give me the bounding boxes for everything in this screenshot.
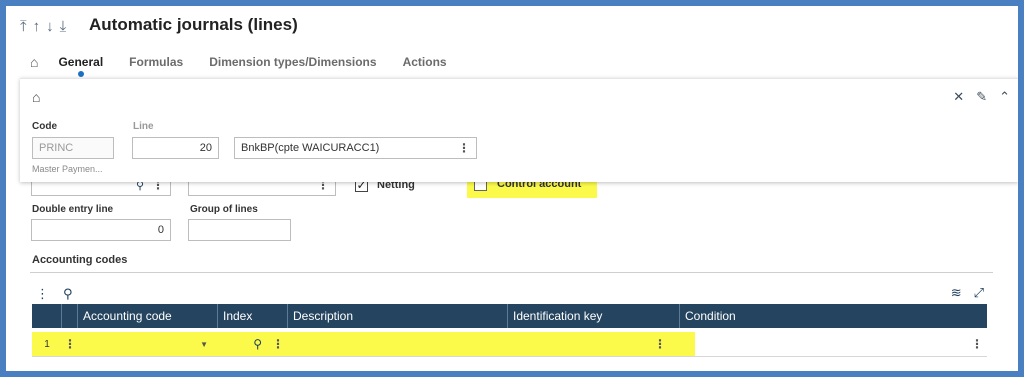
previous-record-icon[interactable]: ↑	[33, 18, 41, 35]
grid-search-icon[interactable]: ⚲	[63, 286, 73, 302]
column-description[interactable]: Description	[288, 304, 508, 328]
home-icon[interactable]: ⌂	[32, 89, 40, 105]
accounting-code-cell[interactable]: ▼	[78, 332, 218, 356]
condition-cell[interactable]	[680, 332, 695, 356]
page-title: Automatic journals (lines)	[89, 15, 298, 34]
group-of-lines-field[interactable]	[188, 219, 291, 241]
expand-icon[interactable]: ⤢	[974, 285, 984, 301]
grid-menu-icon[interactable]: ⋮	[36, 286, 49, 302]
column-index[interactable]: Index	[218, 304, 288, 328]
header-card: ⌂ ✕ ✎ ⌃ Code PRINC Master Paymen... Line…	[20, 78, 1018, 182]
dropdown-arrow-icon[interactable]: ▼	[200, 340, 208, 349]
code-label: Code	[32, 121, 57, 132]
code-field[interactable]: PRINC	[32, 137, 114, 159]
row-number: 1	[44, 338, 50, 350]
column-condition[interactable]: Condition	[680, 304, 987, 328]
record-navigation: ⤒ ↑ ↓ ⤓	[20, 18, 66, 35]
tools-icon[interactable]: ✕	[953, 89, 964, 105]
more-options-icon[interactable]: ⋮	[458, 141, 470, 155]
grid-toolbar: ⋮ ⚲	[36, 286, 73, 302]
more-options-icon[interactable]: ⋮	[272, 337, 284, 351]
more-options-icon[interactable]: ⋮	[971, 337, 983, 351]
column-accounting-code[interactable]: Accounting code	[78, 304, 218, 328]
more-options-icon[interactable]: ⋮	[654, 337, 666, 351]
first-record-icon[interactable]: ⤒	[20, 18, 27, 35]
double-entry-label: Double entry line	[32, 204, 114, 215]
grid-toolbar-right: ≋ ⤢	[951, 285, 984, 301]
row-actions-icon[interactable]: ⋮	[62, 332, 78, 356]
edit-icon[interactable]: ✎	[976, 89, 987, 105]
last-record-icon[interactable]: ⤓	[60, 18, 67, 35]
line-field[interactable]: 20	[132, 137, 219, 159]
tab-actions[interactable]: Actions	[403, 55, 447, 69]
tab-bar: ⌂ General Formulas Dimension types/Dimen…	[30, 52, 473, 77]
next-record-icon[interactable]: ↓	[46, 18, 54, 35]
line-name-field[interactable]: BnkBP(cpte WAICURACC1) ⋮	[234, 137, 477, 159]
group-of-lines-label: Group of lines	[190, 204, 258, 215]
row-divider	[32, 356, 987, 357]
card-toolbar: ✕ ✎ ⌃	[953, 89, 1010, 105]
app-frame: ⤒ ↑ ↓ ⤓ Automatic journals (lines) ⌂ Gen…	[6, 6, 1018, 371]
table-row[interactable]: 1 ⋮ ▼ ⚲ ⋮ ⋮	[32, 332, 695, 356]
home-icon[interactable]: ⌂	[30, 54, 38, 70]
row-number-header	[32, 304, 62, 328]
column-identification-key[interactable]: Identification key	[508, 304, 680, 328]
row-actions-header	[62, 304, 78, 328]
index-cell[interactable]: ⚲ ⋮	[218, 332, 288, 356]
identification-key-cell[interactable]: ⋮	[508, 332, 680, 356]
tab-formulas[interactable]: Formulas	[129, 55, 183, 69]
section-divider	[30, 272, 993, 273]
description-cell[interactable]	[288, 332, 508, 356]
tab-dimension-types[interactable]: Dimension types/Dimensions	[209, 55, 376, 69]
collapse-icon[interactable]: ⌃	[999, 89, 1010, 105]
search-icon[interactable]: ⚲	[253, 337, 262, 351]
double-entry-field[interactable]: 0	[31, 219, 171, 241]
code-description: Master Paymen...	[32, 164, 103, 174]
grid-header: Accounting code Index Description Identi…	[32, 304, 987, 328]
line-label: Line	[133, 121, 154, 132]
accounting-codes-title: Accounting codes	[32, 254, 128, 266]
layers-icon[interactable]: ≋	[951, 285, 962, 301]
tab-general[interactable]: General	[58, 55, 103, 77]
